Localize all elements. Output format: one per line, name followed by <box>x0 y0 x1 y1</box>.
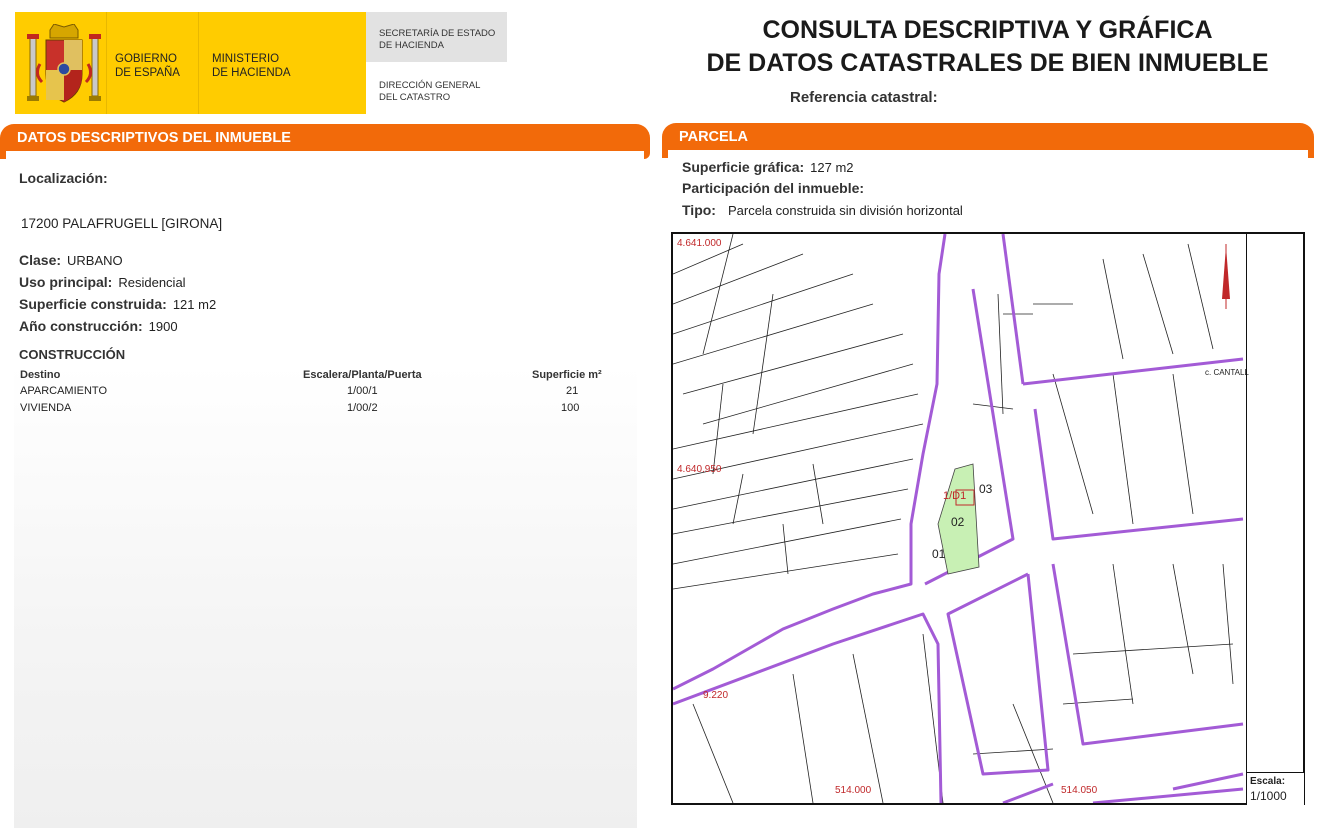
section-header-tail <box>1308 150 1314 158</box>
secretaria-label: SECRETARÍA DE ESTADO DE HACIENDA <box>379 28 496 51</box>
coord-label: 9.220 <box>703 690 729 701</box>
table-cell: APARCAMIENTO <box>20 385 107 397</box>
construccion-table <box>14 365 637 828</box>
superficie-label: Superficie construida: <box>19 296 167 312</box>
clase-row: Clase: URBANO <box>19 252 123 270</box>
superficie-grafica-row: Superficie gráfica: 127 m2 <box>682 159 854 177</box>
table-cell: 1/00/2 <box>347 402 378 414</box>
scale-value: 1/1000 <box>1250 789 1287 803</box>
gobierno-label: GOBIERNO DE ESPAÑA <box>115 53 180 79</box>
ministerio-label: MINISTERIO DE HACIENDA <box>212 53 291 79</box>
scale-label: Escala: <box>1250 776 1286 787</box>
table-header-superficie: Superficie m² <box>532 369 602 381</box>
superficie-grafica-value: 127 m2 <box>810 160 854 175</box>
participacion-label: Participación del inmueble: <box>682 180 865 196</box>
section-header-tail <box>0 151 6 159</box>
table-cell: VIVIENDA <box>20 402 72 414</box>
table-cell: 1/00/1 <box>347 385 378 397</box>
superficie-grafica-label: Superficie gráfica: <box>682 159 805 175</box>
cadastral-map[interactable]: 4.641.000 4.640.950 9.220 514.000 514.05… <box>671 232 1305 805</box>
anio-value: 1900 <box>148 319 178 334</box>
tipo-row: Tipo: Parcela construida sin división hor… <box>682 202 963 220</box>
parcel-label: 02 <box>951 515 965 529</box>
scale-box: Escala: 1/1000 <box>1246 772 1304 805</box>
tipo-label: Tipo: <box>682 202 716 218</box>
parcel-label: 03 <box>979 482 993 496</box>
coat-of-arms-icon <box>27 24 101 103</box>
section-header-tail <box>644 151 650 159</box>
referencia-catastral-label: Referencia catastral: <box>790 89 938 106</box>
parcel-label: 1/D1 <box>943 490 967 502</box>
logo-divider <box>198 12 199 114</box>
street-label: c. CANTALL <box>1205 368 1249 377</box>
localizacion-label: Localización: <box>19 170 108 186</box>
anio-label: Año construcción: <box>19 318 143 334</box>
table-header-destino: Destino <box>20 369 61 381</box>
superficie-value: 121 m2 <box>172 297 217 312</box>
clase-value: URBANO <box>67 253 123 268</box>
anio-row: Año construcción: 1900 <box>19 318 178 336</box>
uso-value: Residencial <box>118 275 186 290</box>
table-header-planta: Escalera/Planta/Puerta <box>303 369 422 381</box>
coord-label: 4.641.000 <box>677 238 722 249</box>
construccion-title: CONSTRUCCIÓN <box>19 347 126 362</box>
uso-row: Uso principal: Residencial <box>19 274 186 292</box>
table-cell: 21 <box>566 385 579 397</box>
coord-label: 514.050 <box>1061 785 1098 796</box>
uso-label: Uso principal: <box>19 274 113 290</box>
superficie-row: Superficie construida: 121 m2 <box>19 296 216 314</box>
map-frame-divider <box>1246 233 1247 773</box>
logo-divider <box>106 12 107 114</box>
direccion-label: DIRECCIÓN GENERAL DEL CATASTRO <box>379 80 481 103</box>
table-cell: 100 <box>561 402 580 414</box>
parcel-label: 01 <box>932 547 946 561</box>
page-title: CONSULTA DESCRIPTIVA Y GRÁFICA DE DATOS C… <box>706 16 1269 77</box>
section-header-parcela: PARCELA <box>662 123 1314 150</box>
tipo-value: Parcela construida sin división horizont… <box>727 203 963 218</box>
localizacion-value: 17200 PALAFRUGELL [GIRONA] <box>21 216 223 231</box>
coord-label: 4.640.950 <box>677 464 722 475</box>
clase-label: Clase: <box>19 252 62 268</box>
section-header-tail <box>662 150 668 158</box>
map-drawing <box>673 234 1244 803</box>
coord-label: 514.000 <box>835 785 872 796</box>
section-header-datos: DATOS DESCRIPTIVOS DEL INMUEBLE <box>0 124 650 151</box>
